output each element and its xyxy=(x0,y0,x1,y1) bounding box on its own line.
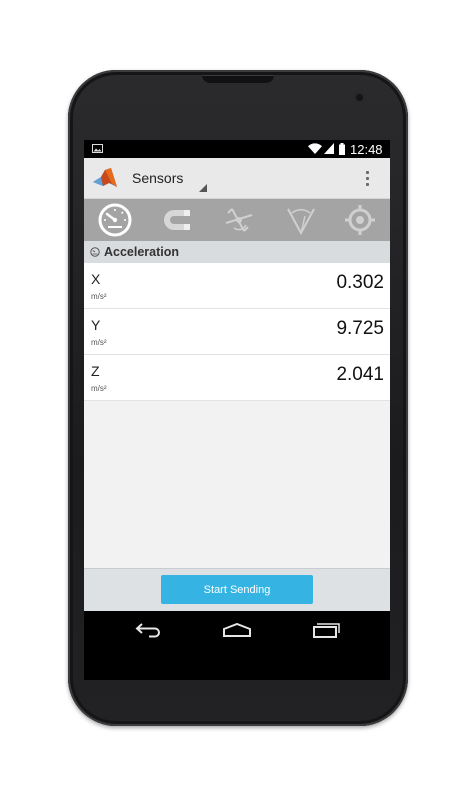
recent-apps-icon[interactable] xyxy=(306,617,346,643)
battery-icon xyxy=(339,143,345,155)
phone-frame: 12:48 Sensors Acceleration X m/s² 0.302 … xyxy=(68,70,408,726)
axis-label: Z xyxy=(91,363,100,379)
magnet-icon xyxy=(164,210,190,230)
axis-label: X xyxy=(91,271,101,287)
unit-label: m/s² xyxy=(91,384,107,393)
bottom-action-bar: Start Sending xyxy=(84,568,390,611)
sensor-readings: X m/s² 0.302 Y m/s² 9.725 Z m/s² 2.041 xyxy=(84,263,390,568)
matlab-logo-icon[interactable] xyxy=(92,165,118,191)
status-time: 12:48 xyxy=(350,142,383,157)
tab-position[interactable] xyxy=(332,199,388,241)
status-bar: 12:48 xyxy=(84,140,390,158)
gyroscope-icon xyxy=(225,208,253,232)
readings-list: X m/s² 0.302 Y m/s² 9.725 Z m/s² 2.041 xyxy=(84,263,390,401)
reading-row-x: X m/s² 0.302 xyxy=(84,263,390,309)
tab-acceleration[interactable] xyxy=(86,199,144,241)
app-title[interactable]: Sensors xyxy=(132,170,183,186)
reading-value: 2.041 xyxy=(336,364,384,385)
sensor-tab-bar xyxy=(84,199,390,241)
axis-label: Y xyxy=(91,317,101,333)
section-title: Acceleration xyxy=(104,245,180,259)
unit-label: m/s² xyxy=(91,338,107,347)
front-camera xyxy=(354,92,365,103)
navigation-bar xyxy=(84,611,390,680)
reading-value: 0.302 xyxy=(336,272,384,293)
position-target-icon xyxy=(345,205,375,235)
tab-orientation[interactable] xyxy=(272,199,330,241)
tab-angular-velocity[interactable] xyxy=(210,199,268,241)
spinner-arrow-icon[interactable] xyxy=(199,184,207,192)
speedometer-small-icon xyxy=(90,247,100,257)
back-icon[interactable] xyxy=(129,617,169,643)
orientation-icon xyxy=(287,208,315,236)
unit-label: m/s² xyxy=(91,292,107,301)
reading-value: 9.725 xyxy=(336,318,384,339)
start-sending-button[interactable]: Start Sending xyxy=(161,575,313,604)
earpiece-speaker xyxy=(202,75,274,83)
wifi-icon xyxy=(308,143,322,154)
action-bar: Sensors xyxy=(84,158,390,199)
home-icon[interactable] xyxy=(217,617,257,643)
overflow-menu-icon[interactable] xyxy=(360,166,374,190)
speedometer-icon xyxy=(98,203,132,237)
device-screen: 12:48 Sensors Acceleration X m/s² 0.302 … xyxy=(84,140,390,680)
reading-row-z: Z m/s² 2.041 xyxy=(84,355,390,401)
tab-magnetic-field[interactable] xyxy=(148,199,206,241)
section-header: Acceleration xyxy=(84,241,390,263)
picture-icon xyxy=(92,144,103,153)
signal-icon xyxy=(324,143,334,154)
reading-row-y: Y m/s² 9.725 xyxy=(84,309,390,355)
